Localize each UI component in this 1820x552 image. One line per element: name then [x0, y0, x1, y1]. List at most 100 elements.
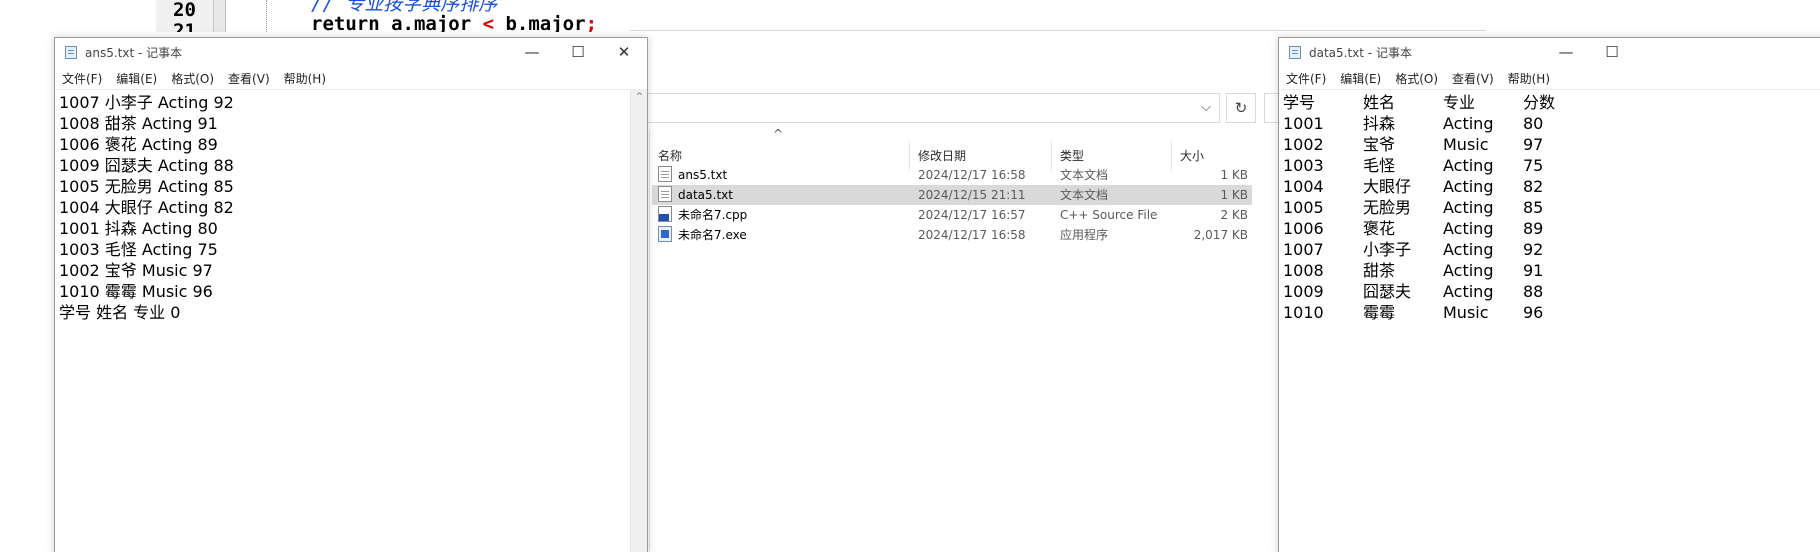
text-cell: Acting: [1443, 219, 1494, 238]
title-bar[interactable]: ans5.txt - 记事本 — ☐ ✕: [55, 38, 647, 68]
file-type: 文本文档: [1060, 168, 1109, 182]
file-name: 未命名7.exe: [678, 228, 747, 242]
text-cell: 80: [1523, 114, 1544, 133]
notepad-icon: [65, 46, 77, 59]
text-line: 1010 霉霉 Music 96: [59, 282, 213, 301]
text-line: 1007 小李子 Acting 92: [59, 93, 234, 112]
text-cell: Acting: [1443, 114, 1494, 133]
address-bar[interactable]: ⌵: [630, 93, 1220, 123]
text-line: 1006 褒花 Acting 89: [1279, 218, 1820, 239]
menu-file[interactable]: 文件(F): [55, 68, 109, 90]
menu-help[interactable]: 帮助(H): [1501, 68, 1557, 90]
text-cell: Acting: [1443, 177, 1494, 196]
refresh-icon: ↻: [1234, 99, 1248, 117]
text-line: 1005 无脸男 Acting 85: [1279, 197, 1820, 218]
exe-file-icon: [658, 226, 672, 242]
text-cell: 89: [1523, 219, 1544, 238]
line-number: 21: [173, 20, 196, 33]
fold-margin: [214, 0, 226, 32]
file-date: 2024/12/17 16:58: [918, 168, 1026, 182]
text-cell: Acting: [1443, 240, 1494, 259]
text-line: 学号 姓名 专业 0: [59, 303, 181, 322]
menu-format[interactable]: 格式(O): [1388, 68, 1445, 90]
text-cell: 96: [1523, 303, 1544, 322]
line-number-gutter: 20 21: [156, 0, 214, 32]
text-cell: 囧瑟夫: [1363, 282, 1412, 301]
window-title: data5.txt - 记事本: [1309, 46, 1412, 60]
text-area[interactable]: 学号 姓名 专业 分数 1001 抖森 Acting 80 1002 宝爷 Mu…: [1279, 90, 1820, 552]
text-cell: 1010: [1283, 303, 1324, 322]
menu-view[interactable]: 查看(V): [1445, 68, 1501, 90]
menu-format[interactable]: 格式(O): [164, 68, 221, 90]
text-cell: 1007: [1283, 240, 1324, 259]
text-line: 1008 甜茶 Acting 91: [1279, 260, 1820, 281]
menu-help[interactable]: 帮助(H): [277, 68, 333, 90]
menu-file[interactable]: 文件(F): [1279, 68, 1333, 90]
code-editor[interactable]: 20 21 // 专业按字典序排序 return a.major < b.maj…: [156, 0, 1486, 32]
minimize-button[interactable]: —: [1543, 38, 1589, 68]
text-line: 1005 无脸男 Acting 85: [59, 177, 234, 196]
menu-view[interactable]: 查看(V): [221, 68, 277, 90]
code-operator: <: [482, 13, 495, 33]
text-file-icon: [658, 166, 672, 182]
file-size: 1 KB: [1220, 168, 1248, 182]
text-line: 1009 囧瑟夫 Acting 88: [59, 156, 234, 175]
menu-edit[interactable]: 编辑(E): [109, 68, 164, 90]
text-cell: 专业: [1443, 93, 1476, 112]
title-bar[interactable]: data5.txt - 记事本 — ☐: [1279, 38, 1820, 68]
text-cell: 毛怪: [1363, 156, 1396, 175]
menu-edit[interactable]: 编辑(E): [1333, 68, 1388, 90]
text-cell: 97: [1523, 135, 1544, 154]
text-file-icon: [658, 186, 672, 202]
scroll-up-icon[interactable]: ^: [631, 92, 648, 102]
file-row[interactable]: 未命名7.cpp 2024/12/17 16:57 C++ Source Fil…: [652, 205, 1252, 225]
chevron-down-icon[interactable]: ⌵: [1201, 100, 1211, 115]
window-title: ans5.txt - 记事本: [85, 46, 183, 60]
text-cell: Acting: [1443, 282, 1494, 301]
text-line: 1010 霉霉 Music 96: [1279, 302, 1820, 323]
file-row-selected[interactable]: data5.txt 2024/12/15 21:11 文本文档 1 KB: [652, 185, 1252, 205]
minimize-button[interactable]: —: [509, 38, 555, 68]
text-cell: 甜茶: [1363, 261, 1396, 280]
text-cell: 92: [1523, 240, 1544, 259]
menu-bar: 文件(F) 编辑(E) 格式(O) 查看(V) 帮助(H): [55, 68, 647, 90]
menu-bar: 文件(F) 编辑(E) 格式(O) 查看(V) 帮助(H): [1279, 68, 1820, 90]
text-cell: 1008: [1283, 261, 1324, 280]
line-number: 20: [173, 0, 196, 21]
close-button[interactable]: ✕: [601, 38, 647, 68]
text-line: 1001 抖森 Acting 80: [1279, 113, 1820, 134]
file-date: 2024/12/17 16:58: [918, 228, 1026, 242]
file-row[interactable]: 未命名7.exe 2024/12/17 16:58 应用程序 2,017 KB: [652, 225, 1252, 245]
text-line: 1004 大眼仔 Acting 82: [1279, 176, 1820, 197]
file-row[interactable]: ans5.txt 2024/12/17 16:58 文本文档 1 KB: [652, 165, 1252, 185]
text-cell: 1009: [1283, 282, 1324, 301]
sort-ascending-icon: ^: [773, 127, 784, 141]
text-cell: Acting: [1443, 156, 1494, 175]
text-cell: 1001: [1283, 114, 1324, 133]
text-line: 1003 毛怪 Acting 75: [1279, 155, 1820, 176]
file-date: 2024/12/15 21:11: [918, 188, 1026, 202]
text-line: 1002 宝爷 Music 97: [59, 261, 213, 280]
file-type: 应用程序: [1060, 228, 1109, 242]
text-line: 1003 毛怪 Acting 75: [59, 240, 218, 259]
text-cell: 82: [1523, 177, 1544, 196]
file-size: 1 KB: [1220, 188, 1248, 202]
text-cell: 75: [1523, 156, 1544, 175]
code-token: return a.major: [311, 13, 483, 33]
notepad-window-data5: data5.txt - 记事本 — ☐ 文件(F) 编辑(E) 格式(O) 查看(V)…: [1278, 37, 1820, 552]
text-cell: 1003: [1283, 156, 1324, 175]
text-line: 1002 宝爷 Music 97: [1279, 134, 1820, 155]
text-area[interactable]: 1007 小李子 Acting 92 1008 甜茶 Acting 91 100…: [55, 90, 629, 552]
maximize-button[interactable]: ☐: [1589, 38, 1635, 68]
cpp-file-icon: [658, 206, 672, 222]
refresh-button[interactable]: ↻: [1226, 93, 1256, 123]
text-cell: 学号: [1283, 93, 1316, 112]
file-size: 2 KB: [1220, 208, 1248, 222]
text-cell: Acting: [1443, 198, 1494, 217]
maximize-button[interactable]: ☐: [555, 38, 601, 68]
text-line: 1004 大眼仔 Acting 82: [59, 198, 234, 217]
text-cell: 大眼仔: [1363, 177, 1412, 196]
file-type: 文本文档: [1060, 188, 1109, 202]
vertical-scrollbar[interactable]: ^: [630, 90, 647, 552]
text-cell: Acting: [1443, 261, 1494, 280]
